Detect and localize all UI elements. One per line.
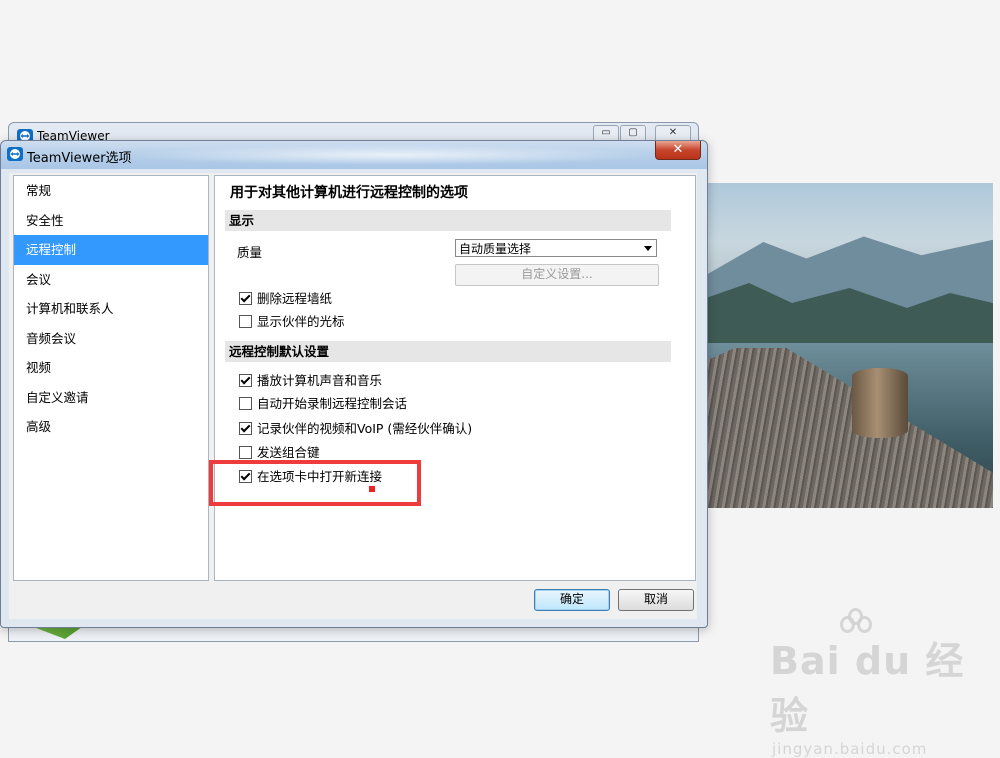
nav-item-advanced[interactable]: 高级 [14, 412, 208, 442]
quality-label: 质量 [237, 245, 263, 260]
panel-heading: 用于对其他计算机进行远程控制的选项 [230, 185, 468, 201]
highlight-box [209, 460, 421, 506]
quality-dropdown[interactable]: 自动质量选择 [455, 239, 657, 257]
nav-item-general[interactable]: 常规 [14, 176, 208, 206]
nav-item-remote-control[interactable]: 远程控制 [14, 235, 208, 265]
nav-item-video[interactable]: 视频 [14, 353, 208, 383]
dialog-body: 常规 安全性 远程控制 会议 计算机和联系人 音频会议 视频 自定义邀请 高级 … [9, 173, 697, 619]
paw-icon [840, 608, 872, 633]
cancel-button[interactable]: 取消 [618, 589, 694, 611]
dialog-close-button[interactable]: ✕ [655, 141, 701, 160]
wooden-post [852, 368, 908, 438]
option-label: 自动开始录制远程控制会话 [257, 396, 408, 411]
watermark-url: jingyan.baidu.com [772, 740, 928, 758]
options-category-list: 常规 安全性 远程控制 会议 计算机和联系人 音频会议 视频 自定义邀请 高级 [13, 175, 209, 581]
nav-item-meeting[interactable]: 会议 [14, 265, 208, 295]
option-label: 播放计算机声音和音乐 [257, 373, 383, 388]
nav-item-custom-invitation[interactable]: 自定义邀请 [14, 383, 208, 413]
checkbox-checked-icon[interactable] [239, 374, 252, 387]
checkbox-unchecked-icon[interactable] [239, 397, 252, 410]
nav-item-audio-conference[interactable]: 音频会议 [14, 324, 208, 354]
section-header-display: 显示 [225, 210, 671, 231]
options-dialog: TeamViewer选项 ✕ 常规 安全性 远程控制 会议 计算机和联系人 音频… [0, 140, 708, 628]
dialog-title: TeamViewer选项 [27, 151, 132, 166]
option-label: 显示伙伴的光标 [257, 314, 345, 329]
teamviewer-icon [7, 147, 23, 161]
landscape-photo [706, 183, 993, 508]
quality-dropdown-value: 自动质量选择 [459, 242, 532, 256]
checkbox-checked-icon[interactable] [239, 292, 252, 305]
option-label: 删除远程墙纸 [257, 291, 333, 306]
option-remove-wallpaper[interactable]: 删除远程墙纸 [239, 291, 332, 307]
option-label: 记录伙伴的视频和VoIP (需经伙伴确认) [257, 421, 473, 436]
main-window-bottom [9, 627, 698, 641]
checkbox-unchecked-icon[interactable] [239, 315, 252, 328]
chevron-down-icon [644, 246, 652, 251]
section-header-defaults: 远程控制默认设置 [225, 341, 671, 362]
checkbox-checked-icon[interactable] [239, 422, 252, 435]
custom-settings-button[interactable]: 自定义设置... [455, 264, 659, 286]
option-send-key-combinations[interactable]: 发送组合键 [239, 445, 320, 461]
option-auto-record[interactable]: 自动开始录制远程控制会话 [239, 396, 407, 412]
nav-item-computers-contacts[interactable]: 计算机和联系人 [14, 294, 208, 324]
remote-control-options-panel: 用于对其他计算机进行远程控制的选项 显示 质量 自动质量选择 自定义设置... … [209, 175, 696, 581]
checkbox-unchecked-icon[interactable] [239, 446, 252, 459]
ok-button[interactable]: 确定 [534, 589, 610, 611]
titlebar-glow [131, 145, 651, 165]
nav-item-security[interactable]: 安全性 [14, 206, 208, 236]
option-show-partner-cursor[interactable]: 显示伙伴的光标 [239, 314, 345, 330]
option-label: 发送组合键 [257, 445, 320, 460]
option-record-video-voip[interactable]: 记录伙伴的视频和VoIP (需经伙伴确认) [239, 421, 472, 437]
option-play-sounds[interactable]: 播放计算机声音和音乐 [239, 373, 382, 389]
baidu-watermark: Bai du 经验 jingyan.baidu.com [770, 608, 1000, 758]
text-cursor-marker [369, 486, 375, 492]
